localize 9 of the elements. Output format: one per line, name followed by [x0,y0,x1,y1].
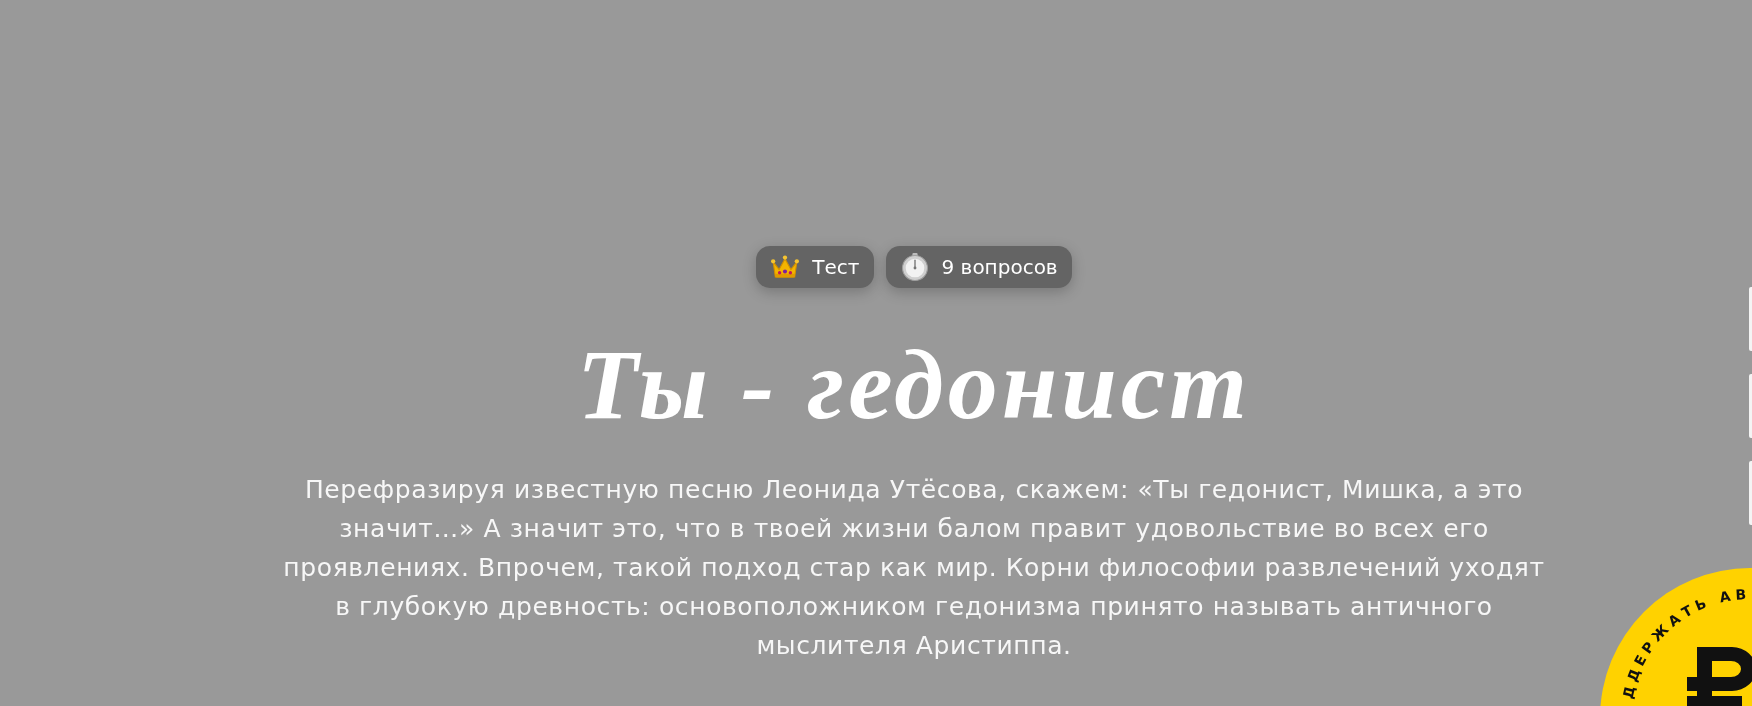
crown-icon [771,253,800,281]
tag-label: Тест [812,254,860,281]
edge-tab[interactable] [1749,287,1752,351]
edge-tab[interactable] [1749,461,1752,525]
tag-label: 9 вопросов [941,254,1058,281]
stopwatch-icon [900,253,929,281]
result-title: Ты - гедонист [577,330,1251,440]
edge-tab[interactable] [1749,374,1752,438]
result-description: Перефразируя известную песню Леонида Утёсова, скажем: «Ты гедонист, Мишка, а это значит…» А значит это, что в твоей жизни балом правит удовольствие во всех его проявлениях. Впрочем, такой подход стар как мир. Корни философии развлечений уходят в глубокую древность: основоположником гедонизма принято называть античного мыслителя Аристиппа. [282,474,1546,662]
